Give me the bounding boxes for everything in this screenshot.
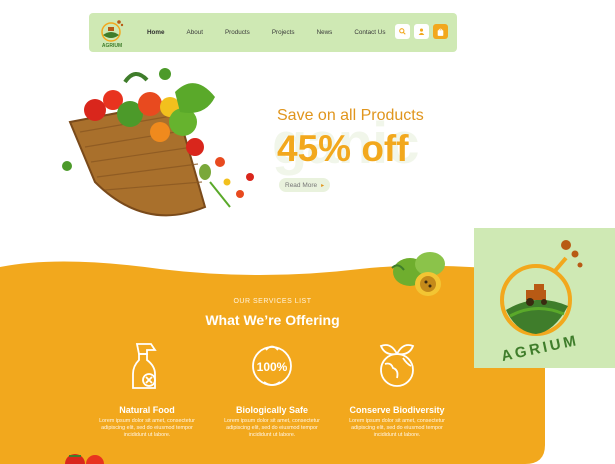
search-button[interactable] bbox=[395, 24, 410, 39]
services-title: What We’re Offering bbox=[205, 312, 340, 328]
service-natural-food: Natural Food Lorem ipsum dolor sit amet,… bbox=[87, 340, 207, 439]
nav-contact-us[interactable]: Contact Us bbox=[354, 29, 385, 36]
bag-icon bbox=[437, 28, 444, 36]
vegetable-basket-image bbox=[62, 68, 254, 217]
service-name: Natural Food bbox=[119, 405, 175, 415]
nav-about[interactable]: About bbox=[187, 29, 203, 36]
spray-bottle-icon bbox=[132, 343, 157, 389]
service-description: Lorem ipsum dolor sit amet, consectetur … bbox=[224, 418, 320, 438]
page: AGRIUM Home About Products Projects News… bbox=[0, 0, 615, 464]
tomato-image bbox=[65, 454, 104, 464]
user-icon bbox=[418, 28, 425, 35]
service-conserve-biodiversity: Conserve Biodiversity Lorem ipsum dolor … bbox=[337, 340, 457, 439]
search-icon bbox=[399, 28, 406, 35]
read-more-button[interactable]: Read More ▸ bbox=[279, 178, 331, 192]
nav-news[interactable]: News bbox=[317, 29, 333, 36]
services-label: OUR SERVICES LIST bbox=[233, 298, 312, 305]
service-name: Biologically Safe bbox=[235, 405, 309, 415]
service-biologically-safe: 100% Biologically Safe Lorem ipsum dolor… bbox=[212, 340, 332, 439]
user-button[interactable] bbox=[414, 24, 429, 39]
cart-button[interactable] bbox=[433, 24, 448, 39]
service-description: Lorem ipsum dolor sit amet, consectetur … bbox=[349, 418, 445, 438]
nav-action-buttons bbox=[395, 24, 452, 39]
nav-links: Home About Products Projects News Contac… bbox=[147, 13, 407, 52]
nav-projects[interactable]: Projects bbox=[272, 29, 295, 36]
svg-text:100%: 100% bbox=[257, 360, 288, 374]
nav-home[interactable]: Home bbox=[147, 29, 165, 36]
earth-leaves-icon bbox=[379, 344, 415, 387]
read-more-label: Read More bbox=[285, 181, 318, 189]
hundred-percent-leaf-icon: 100% bbox=[252, 345, 292, 386]
arrow-right-icon: ▸ bbox=[321, 182, 325, 189]
hero-subtitle: Save on all Products bbox=[277, 107, 424, 124]
passion-fruit-image bbox=[391, 252, 445, 296]
nav-products[interactable]: Products bbox=[225, 29, 250, 36]
brand-card: AGRIUM bbox=[474, 228, 615, 368]
svg-text:AGRIUM: AGRIUM bbox=[102, 43, 122, 49]
agrium-logo[interactable]: AGRIUM bbox=[95, 16, 129, 49]
service-description: Lorem ipsum dolor sit amet, consectetur … bbox=[99, 418, 195, 438]
brand-name: AGRIUM bbox=[500, 332, 581, 365]
service-name: Conserve Biodiversity bbox=[349, 405, 445, 415]
agrium-brand-logo: AGRIUM bbox=[500, 240, 583, 365]
hero-title: 45% off bbox=[277, 128, 409, 169]
top-navigation: AGRIUM Home About Products Projects News… bbox=[89, 13, 457, 52]
